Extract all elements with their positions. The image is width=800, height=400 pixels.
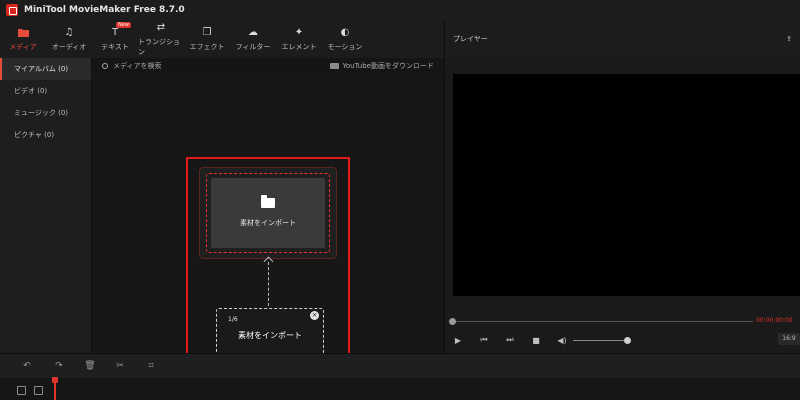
- element-icon: ✦: [294, 26, 304, 38]
- add-track-icon[interactable]: [17, 386, 26, 395]
- tool-text[interactable]: New T テキスト: [92, 20, 138, 58]
- playhead-handle[interactable]: [52, 377, 58, 383]
- tool-media[interactable]: メディア: [0, 20, 46, 58]
- video-preview: [453, 74, 800, 296]
- main-toolbar: メディア ♫ オーディオ New T テキスト ⇄ トランジション ❐ エフェク…: [0, 20, 444, 58]
- title-bar: MiniTool MovieMaker Free 8.7.0: [0, 0, 800, 20]
- media-search[interactable]: メディアを検索: [102, 61, 162, 71]
- tool-label: モーション: [327, 43, 363, 51]
- sidebar-item-picture[interactable]: ピクチャ (0): [0, 124, 91, 146]
- filter-icon: ☁: [248, 26, 258, 38]
- tool-label: テキスト: [101, 43, 129, 51]
- sidebar-item-my-album[interactable]: マイアルバム (0): [0, 58, 91, 80]
- volume-slider[interactable]: [573, 340, 627, 341]
- stop-icon[interactable]: ■: [531, 335, 541, 345]
- transition-icon: ⇄: [156, 21, 166, 33]
- tool-label: オーディオ: [51, 43, 87, 51]
- undo-icon[interactable]: ↶: [21, 360, 33, 372]
- tool-element[interactable]: ✦ エレメント: [276, 20, 322, 58]
- search-label: メディアを検索: [113, 62, 162, 70]
- new-badge: New: [116, 22, 131, 28]
- youtube-label: YouTube動画をダウンロード: [342, 62, 434, 70]
- tool-transition[interactable]: ⇄ トランジション: [138, 20, 184, 58]
- tool-label: エフェクト: [189, 43, 225, 51]
- redo-icon[interactable]: ↷: [53, 360, 65, 372]
- volume-icon[interactable]: ◀): [557, 335, 567, 345]
- tool-label: メディア: [9, 43, 37, 51]
- tool-label: フィルター: [235, 43, 271, 51]
- effect-icon: ❐: [202, 26, 212, 38]
- copy-track-icon[interactable]: [34, 386, 43, 395]
- media-sidebar: マイアルバム (0) ビデオ (0) ミュージック (0) ピクチャ (0): [0, 58, 92, 353]
- tutorial-highlight-frame: [186, 157, 350, 368]
- sidebar-item-music[interactable]: ミュージック (0): [0, 102, 91, 124]
- folder-icon: [17, 26, 29, 38]
- search-icon: [102, 63, 108, 69]
- music-icon: ♫: [64, 26, 74, 38]
- crop-icon[interactable]: ⌗: [145, 360, 157, 372]
- aspect-ratio-select[interactable]: 16:9: [778, 333, 800, 345]
- tool-label: トランジション: [138, 38, 180, 56]
- seek-handle[interactable]: [449, 318, 456, 325]
- tool-filter[interactable]: ☁ フィルター: [230, 20, 276, 58]
- app-logo-icon: [6, 4, 18, 16]
- play-icon[interactable]: ▶: [453, 335, 463, 345]
- youtube-icon: [329, 63, 339, 69]
- motion-icon: ◐: [340, 26, 350, 38]
- delete-icon[interactable]: 🗑: [84, 360, 96, 372]
- next-frame-icon[interactable]: ⏭: [505, 335, 515, 345]
- seek-bar[interactable]: [453, 321, 753, 322]
- tool-effect[interactable]: ❐ エフェクト: [184, 20, 230, 58]
- app-title: MiniTool MovieMaker Free 8.7.0: [24, 5, 185, 15]
- volume-handle[interactable]: [624, 337, 631, 344]
- timeline: [0, 378, 800, 400]
- sidebar-item-video[interactable]: ビデオ (0): [0, 80, 91, 102]
- timecode: 00:00:00:00: [756, 317, 793, 324]
- player-title: プレイヤー: [453, 35, 488, 43]
- split-icon[interactable]: ✂: [114, 360, 126, 372]
- tool-motion[interactable]: ◐ モーション: [322, 20, 368, 58]
- export-icon[interactable]: ⇪: [786, 35, 792, 43]
- tool-audio[interactable]: ♫ オーディオ: [46, 20, 92, 58]
- media-bar: メディアを検索 YouTube動画をダウンロード: [92, 58, 444, 74]
- tool-label: エレメント: [281, 43, 317, 51]
- player-header: プレイヤー ⇪: [444, 20, 800, 58]
- previous-frame-icon[interactable]: ⏮: [479, 335, 489, 345]
- youtube-download-button[interactable]: YouTube動画をダウンロード: [329, 61, 434, 71]
